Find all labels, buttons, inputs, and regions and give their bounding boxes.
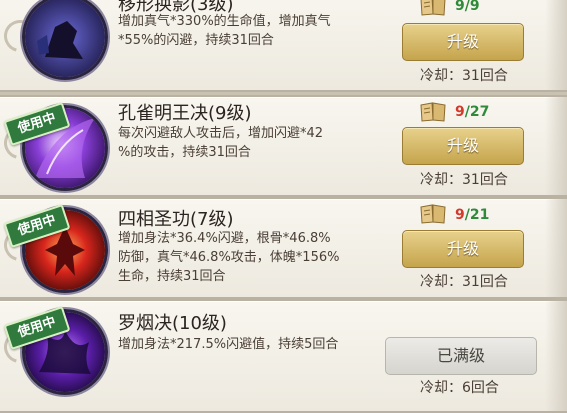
max-level-button[interactable]: 已满级 — [385, 337, 537, 375]
skill-title: 四相圣功(7级) — [118, 209, 234, 230]
skill-title: 罗烟决(10级) — [118, 313, 227, 334]
upgrade-button[interactable]: 升级 — [402, 23, 524, 61]
upgrade-button[interactable]: 升级 — [402, 127, 524, 165]
cooldown-text: 冷却：31回合 — [420, 172, 508, 188]
skill-book-icon — [420, 102, 446, 122]
skill-title: 孔雀明王决(9级) — [118, 103, 252, 124]
shadow-figure-icon[interactable] — [22, 0, 108, 80]
skill-book-icon — [420, 204, 446, 224]
skill-card-3[interactable]: 使用中 四相圣功(7级) 增加身法*36.4%闪避，根骨*46.8% 防御，真气… — [0, 197, 567, 299]
skill-card-2[interactable]: 使用中 孔雀明王决(9级) 每次闪避敌人攻击后，增加闪避*42 %的攻击，持续3… — [0, 95, 567, 197]
skill-description: 每次闪避敌人攻击后，增加闪避*42 %的攻击，持续31回合 — [118, 126, 324, 160]
cooldown-text: 冷却：31回合 — [420, 274, 508, 290]
skill-card-4[interactable]: 使用中 罗烟决(10级) 增加身法*217.5%闪避值，持续5回合 已满级 冷却… — [0, 299, 567, 413]
skill-description: 增加身法*217.5%闪避值，持续5回合 — [118, 337, 339, 352]
skill-description: 增加身法*36.4%闪避，根骨*46.8% 防御，真气*46.8%攻击，体魄*1… — [118, 231, 340, 284]
skill-book-icon — [420, 0, 446, 16]
skill-fragment-count: 9/9 — [455, 0, 480, 14]
cooldown-text: 冷却：6回合 — [420, 380, 499, 396]
cooldown-text: 冷却：31回合 — [420, 68, 508, 84]
skill-fragment-count: 9/21 — [455, 207, 490, 223]
upgrade-button[interactable]: 升级 — [402, 230, 524, 268]
skill-card-1[interactable]: 移形换影(3级) 增加真气*330%的生命值，增加真气 *55%的闪避，持续31… — [0, 0, 567, 92]
skill-fragment-count: 9/27 — [455, 104, 490, 120]
skill-description: 增加真气*330%的生命值，增加真气 *55%的闪避，持续31回合 — [118, 14, 331, 48]
